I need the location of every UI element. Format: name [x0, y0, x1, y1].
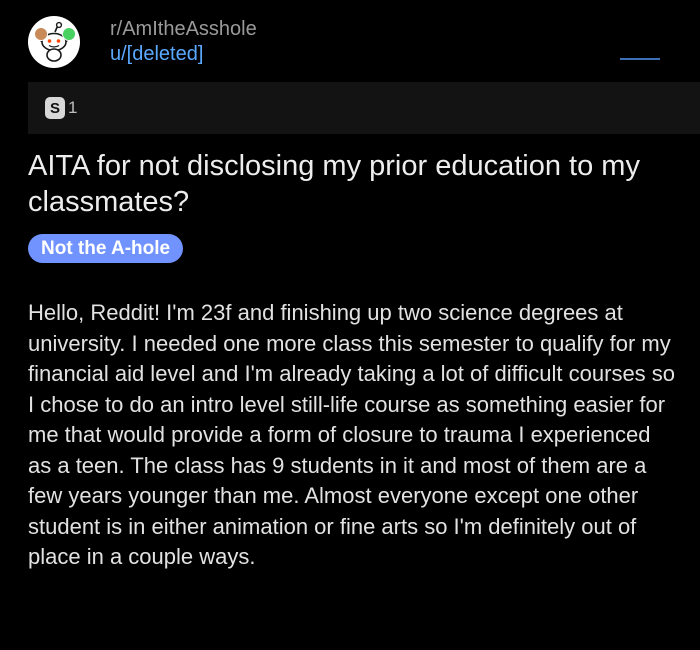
awards-bar[interactable]: S 1 — [28, 82, 700, 134]
post-header: r/AmItheAsshole u/[deleted] — [28, 14, 678, 70]
post-body: Hello, Reddit! I'm 23f and finishing up … — [28, 300, 676, 569]
reddit-snoo-icon — [38, 21, 70, 62]
post-title: AITA for not disclosing my prior educati… — [28, 150, 640, 218]
subreddit-name[interactable]: r/AmItheAsshole — [110, 17, 257, 42]
star-badge-icon — [34, 27, 48, 41]
post-flair[interactable]: Not the A-hole — [28, 234, 184, 263]
post-screen: r/AmItheAsshole u/[deleted] S 1 AITA for… — [0, 0, 700, 650]
author-name[interactable]: u/[deleted] — [110, 42, 257, 67]
post-meta: r/AmItheAsshole u/[deleted] — [110, 17, 257, 67]
award-count: 1 — [68, 98, 78, 117]
silver-award-icon[interactable]: S — [45, 97, 65, 119]
subreddit-avatar[interactable] — [28, 16, 80, 68]
check-badge-icon — [62, 27, 76, 41]
header-divider — [620, 58, 660, 60]
